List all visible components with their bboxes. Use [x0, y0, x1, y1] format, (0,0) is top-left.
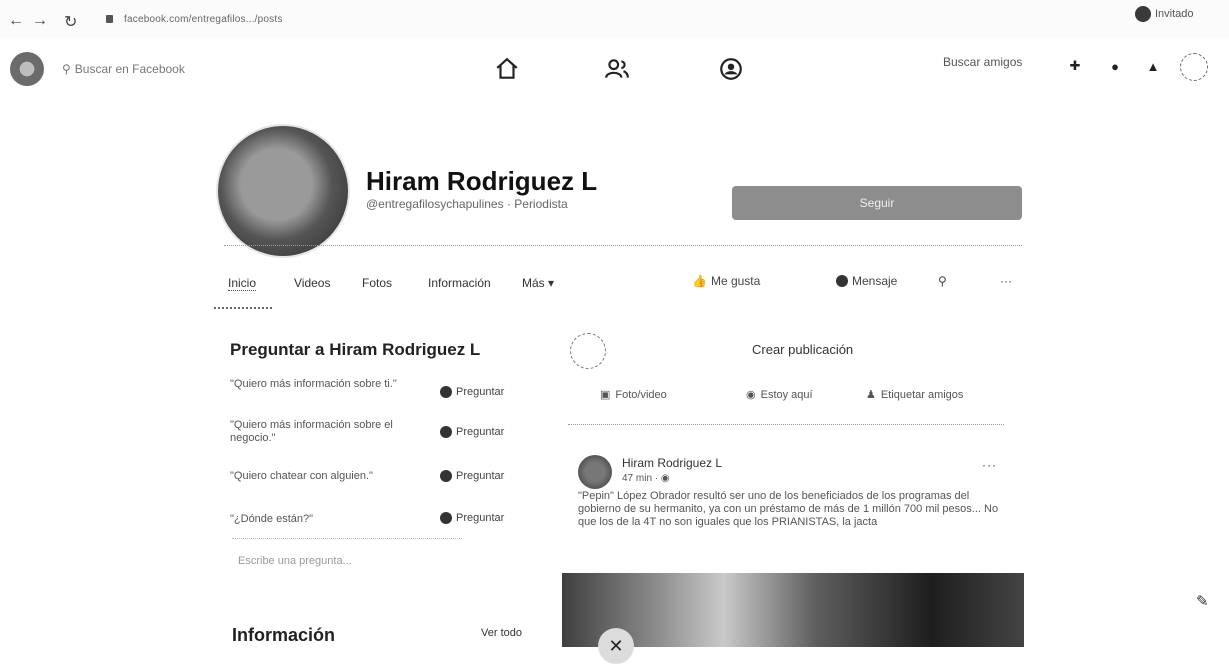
- profile-label: Invitado: [1155, 8, 1194, 20]
- active-tab-indicator: [214, 307, 272, 309]
- facebook-search[interactable]: ⚲ Buscar en Facebook: [62, 62, 185, 76]
- question-text: "Quiero más información sobre el negocio…: [230, 419, 393, 444]
- question-text: "¿Dónde están?": [230, 513, 314, 525]
- messenger-icon: [440, 426, 452, 438]
- thumbs-up-icon: 👍: [692, 274, 707, 288]
- close-icon[interactable]: ✕: [598, 628, 634, 664]
- ask-section-title: Preguntar a Hiram Rodriguez L: [230, 340, 481, 359]
- search-input[interactable]: Buscar en Facebook: [75, 62, 185, 76]
- tab-inicio[interactable]: Inicio: [228, 276, 257, 291]
- like-label: Me gusta: [710, 274, 761, 288]
- browser-profile-button[interactable]: Invitado: [1135, 6, 1194, 22]
- tab-mas[interactable]: Más ▾: [522, 276, 554, 290]
- back-icon[interactable]: ←: [8, 12, 24, 30]
- ask-button[interactable]: Preguntar: [440, 470, 504, 482]
- custom-question-input[interactable]: Escribe una pregunta...: [238, 555, 352, 567]
- question-text: "Quiero chatear con alguien.": [230, 470, 373, 482]
- search-icon: ⚲: [62, 62, 71, 76]
- groups-icon[interactable]: [718, 56, 744, 82]
- post-timestamp[interactable]: 47 min · ◉: [622, 473, 670, 484]
- account-avatar-icon[interactable]: [1180, 53, 1208, 81]
- post-author-name[interactable]: Hiram Rodriguez L: [622, 456, 722, 470]
- ask-divider: [232, 538, 462, 539]
- messenger-icon: [440, 386, 452, 398]
- profile-name: Hiram Rodriguez L: [366, 166, 598, 196]
- ask-button[interactable]: Preguntar: [440, 426, 504, 438]
- tab-videos[interactable]: Videos: [294, 276, 330, 290]
- see-all-link[interactable]: Ver todo: [481, 627, 522, 639]
- question-text: "Quiero más información sobre ti.": [230, 378, 397, 390]
- photo-icon: ▣: [600, 389, 611, 401]
- tag-friends-button[interactable]: ♟ Etiquetar amigos: [866, 388, 963, 402]
- photo-video-button[interactable]: ▣ Foto/video: [600, 388, 667, 402]
- search-icon[interactable]: ⚲: [938, 274, 947, 288]
- plus-icon[interactable]: ✚: [1062, 53, 1088, 79]
- message-label: Mensaje: [852, 274, 898, 288]
- like-button[interactable]: 👍 Me gusta: [692, 274, 760, 288]
- tab-fotos[interactable]: Fotos: [362, 276, 392, 290]
- create-post-button[interactable]: Crear publicación: [752, 342, 853, 357]
- profile-handle: @entregafilosychapulines · Periodista: [366, 197, 568, 211]
- address-bar[interactable]: facebook.com/entregafilos.../posts: [124, 14, 283, 25]
- profile-icon: [1135, 6, 1151, 22]
- follow-button[interactable]: Seguir: [732, 186, 1022, 220]
- composer-avatar: [570, 333, 606, 369]
- messenger-icon[interactable]: ●: [1102, 53, 1128, 79]
- bell-icon[interactable]: ▲: [1140, 53, 1166, 79]
- tag-people-icon: ♟: [866, 389, 876, 401]
- message-button[interactable]: Mensaje: [836, 274, 897, 288]
- facebook-logo-icon[interactable]: [10, 52, 44, 86]
- location-pin-icon: ◉: [746, 389, 756, 401]
- post-body-text: "Pepin" López Obrador resultó ser uno de…: [578, 490, 999, 528]
- edit-icon[interactable]: ✎: [1196, 592, 1209, 610]
- home-icon[interactable]: [494, 56, 520, 82]
- post-author-avatar[interactable]: [578, 455, 612, 489]
- more-options-icon[interactable]: ···: [1000, 274, 1012, 288]
- lock-icon: [106, 15, 113, 23]
- header-divider: [224, 245, 1022, 246]
- find-friends-link[interactable]: Buscar amigos: [943, 55, 1022, 69]
- tab-informacion[interactable]: Información: [428, 276, 491, 290]
- ask-button[interactable]: Preguntar: [440, 512, 504, 524]
- info-section-title: Información: [232, 625, 336, 645]
- forward-icon[interactable]: →: [32, 12, 48, 30]
- friends-icon[interactable]: [604, 56, 630, 82]
- messenger-icon: [440, 470, 452, 482]
- profile-avatar[interactable]: [216, 124, 350, 258]
- post-options-icon[interactable]: ···: [982, 458, 997, 472]
- reload-icon[interactable]: ↻: [64, 12, 77, 32]
- ask-button[interactable]: Preguntar: [440, 386, 504, 398]
- messenger-icon: [836, 275, 848, 287]
- composer-divider: [568, 424, 1004, 425]
- messenger-icon: [440, 512, 452, 524]
- check-in-button[interactable]: ◉ Estoy aquí: [746, 388, 813, 402]
